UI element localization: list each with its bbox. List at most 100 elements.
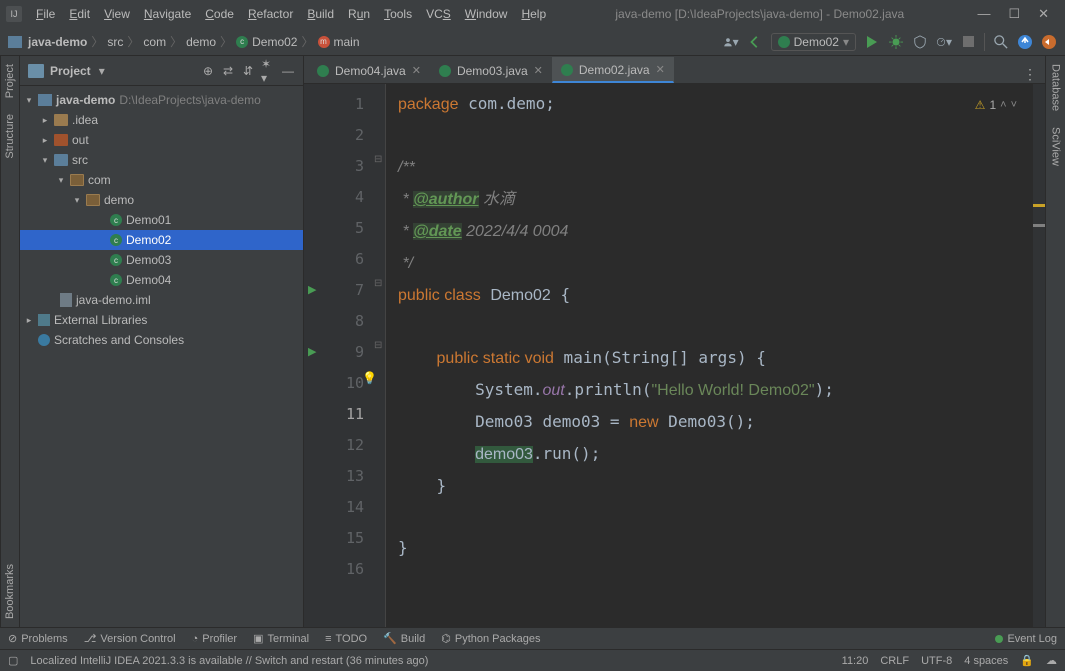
stripe-sciview[interactable]: SciView [1050, 119, 1062, 174]
tree-iml[interactable]: java-demo.iml [20, 290, 303, 310]
profiler-button[interactable]: ▾ [936, 34, 952, 50]
close-tab-icon[interactable]: ✕ [412, 64, 421, 77]
menu-tools[interactable]: Tools [378, 5, 418, 23]
select-opened-file-icon[interactable]: ⊕ [201, 64, 215, 78]
warning-count: 1 [989, 90, 996, 121]
coverage-button[interactable] [912, 34, 928, 50]
project-tree[interactable]: java-demo D:\IdeaProjects\java-demo .ide… [20, 86, 303, 627]
code-area[interactable]: 1 2 3 4 5 6 ▶7 8 ▶9 10 11 12 13 14 15 16… [304, 84, 1045, 627]
run-gutter-icon[interactable]: ▶ [308, 345, 316, 358]
collapse-all-icon[interactable]: ⇵ [241, 64, 255, 78]
tree-demo01[interactable]: c Demo01 [20, 210, 303, 230]
menu-help[interactable]: Help [515, 5, 552, 23]
prev-highlight-icon[interactable]: ˄ [1000, 90, 1006, 121]
menu-refactor[interactable]: Refactor [242, 5, 299, 23]
code-text[interactable]: package com.demo; /** * @author 水滴 * @da… [386, 84, 1045, 627]
run-gutter-icon[interactable]: ▶ [308, 283, 316, 296]
stop-button[interactable] [960, 34, 976, 50]
menu-run[interactable]: Run [342, 5, 376, 23]
tree-demo02[interactable]: c Demo02 [20, 230, 303, 250]
breadcrumb-demo[interactable]: demo [186, 35, 216, 49]
todo-icon: ≡ [325, 633, 331, 645]
intention-bulb-icon[interactable]: 💡 [362, 371, 377, 385]
breadcrumb-method[interactable]: main [334, 35, 360, 49]
run-config-selector[interactable]: Demo02 ▾ [771, 33, 856, 51]
back-arrow-icon[interactable] [747, 34, 763, 50]
stripe-bookmarks[interactable]: Bookmarks [4, 556, 16, 627]
close-tab-icon[interactable]: ✕ [534, 64, 543, 77]
update-button[interactable] [1017, 34, 1033, 50]
tree-com[interactable]: com [20, 170, 303, 190]
menu-edit[interactable]: Edit [63, 5, 96, 23]
tree-out[interactable]: out [20, 130, 303, 150]
tree-idea[interactable]: .idea [20, 110, 303, 130]
project-tool-label[interactable]: Project [50, 64, 91, 78]
tree-demo[interactable]: demo [20, 190, 303, 210]
menu-code[interactable]: Code [199, 5, 240, 23]
tree-root[interactable]: java-demo D:\IdeaProjects\java-demo [20, 90, 303, 110]
next-highlight-icon[interactable]: ˅ [1011, 90, 1017, 121]
tab-demo03[interactable]: Demo03.java ✕ [430, 57, 552, 83]
editor-tabs: Demo04.java ✕ Demo03.java ✕ Demo02.java … [304, 56, 1045, 84]
error-stripe[interactable] [1033, 84, 1045, 627]
breadcrumb-class[interactable]: Demo02 [252, 35, 297, 49]
stripe-structure[interactable]: Structure [4, 106, 16, 167]
expand-all-icon[interactable]: ⇄ [221, 64, 235, 78]
gutter-fold[interactable]: ⊟ ⊟ ⊟ 💡 [376, 84, 386, 627]
tabs-more-icon[interactable]: ⋮ [1023, 66, 1037, 83]
tree-demo04[interactable]: c Demo04 [20, 270, 303, 290]
search-button[interactable] [993, 34, 1009, 50]
menu-build[interactable]: Build [301, 5, 340, 23]
bt-vcs[interactable]: ⎇Version Control [84, 632, 176, 645]
close-tab-icon[interactable]: ✕ [656, 63, 665, 76]
menu-file[interactable]: File [30, 5, 61, 23]
tab-demo04[interactable]: Demo04.java ✕ [308, 57, 430, 83]
close-button[interactable]: ✕ [1038, 6, 1049, 22]
stripe-project[interactable]: Project [4, 56, 16, 106]
bt-terminal[interactable]: ▣Terminal [253, 632, 309, 645]
tab-demo02[interactable]: Demo02.java ✕ [552, 57, 674, 83]
status-line-sep[interactable]: CRLF [880, 655, 909, 667]
status-tool-windows-icon[interactable]: ▢ [8, 654, 18, 667]
tree-scratches[interactable]: Scratches and Consoles [20, 330, 303, 350]
status-memory-icon[interactable]: ☁ [1046, 654, 1057, 667]
tree-src[interactable]: src [20, 150, 303, 170]
status-encoding[interactable]: UTF-8 [921, 655, 952, 667]
bt-python[interactable]: ⌬Python Packages [441, 632, 540, 645]
tree-ext-lib[interactable]: External Libraries [20, 310, 303, 330]
run-button[interactable] [864, 34, 880, 50]
project-view-dropdown[interactable]: ▾ [99, 64, 105, 78]
status-lock-icon[interactable]: 🔒 [1020, 654, 1034, 667]
user-icon[interactable]: ▾ [723, 34, 739, 50]
class-icon: c [110, 214, 122, 226]
run-config-name: Demo02 [794, 35, 839, 49]
gutter[interactable]: 1 2 3 4 5 6 ▶7 8 ▶9 10 11 12 13 14 15 16 [304, 84, 376, 627]
bt-eventlog[interactable]: Event Log [995, 633, 1057, 645]
inspection-overlay[interactable]: ⚠ 1 ˄ ˅ [975, 90, 1017, 121]
menu-vcs[interactable]: VCS [420, 5, 457, 23]
menu-navigate[interactable]: Navigate [138, 5, 197, 23]
editor-area: Demo04.java ✕ Demo03.java ✕ Demo02.java … [304, 56, 1045, 627]
breadcrumb-com[interactable]: com [143, 35, 166, 49]
status-bar: ▢ Localized IntelliJ IDEA 2021.3.3 is av… [0, 649, 1065, 671]
bt-profiler[interactable]: ◔Profiler [192, 633, 238, 645]
status-message[interactable]: Localized IntelliJ IDEA 2021.3.3 is avai… [30, 655, 428, 667]
menu-window[interactable]: Window [459, 5, 514, 23]
tree-demo03[interactable]: c Demo03 [20, 250, 303, 270]
bottom-tool-strip: ⊘Problems ⎇Version Control ◔Profiler ▣Te… [0, 627, 1065, 649]
menu-view[interactable]: View [98, 5, 136, 23]
ide-features-button[interactable] [1041, 34, 1057, 50]
maximize-button[interactable]: ☐ [1008, 6, 1020, 22]
breadcrumb-project[interactable]: java-demo [28, 35, 87, 49]
breadcrumb-src[interactable]: src [107, 35, 123, 49]
library-icon [38, 314, 50, 326]
status-indent[interactable]: 4 spaces [964, 655, 1008, 667]
hide-icon[interactable]: ― [281, 64, 295, 78]
bt-todo[interactable]: ≡TODO [325, 633, 367, 645]
debug-button[interactable] [888, 34, 904, 50]
stripe-database[interactable]: Database [1050, 56, 1062, 119]
bt-build[interactable]: 🔨Build [383, 632, 425, 645]
bt-problems[interactable]: ⊘Problems [8, 632, 68, 645]
settings-icon[interactable]: ✶ ▾ [261, 64, 275, 78]
minimize-button[interactable]: ― [977, 6, 990, 22]
